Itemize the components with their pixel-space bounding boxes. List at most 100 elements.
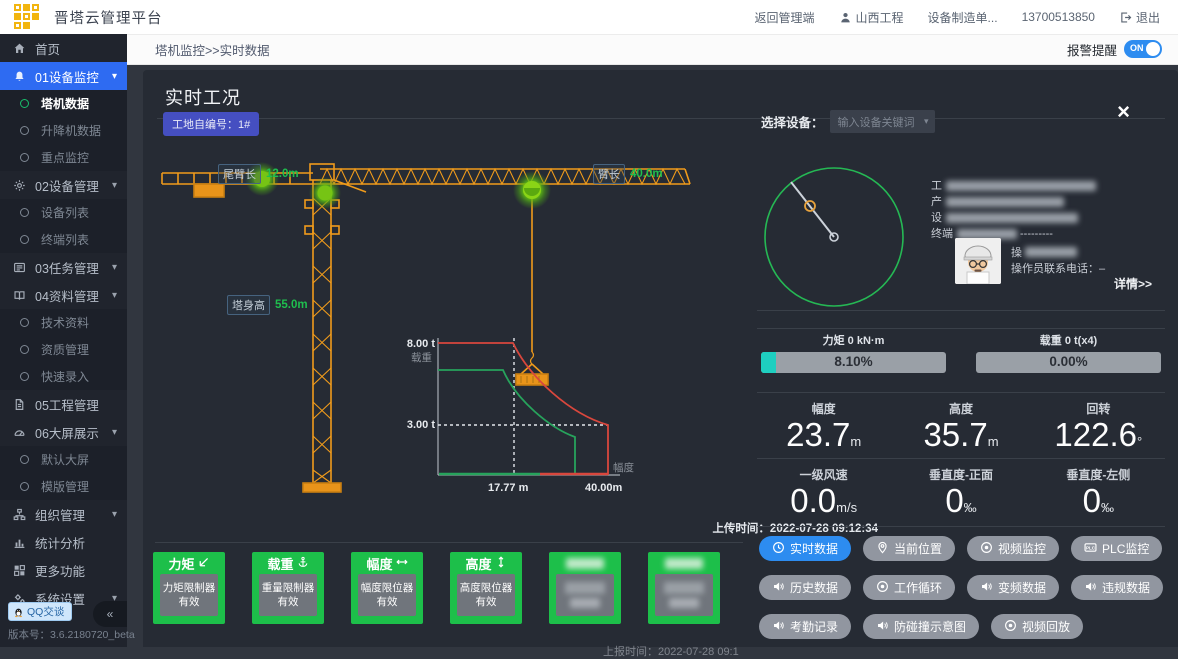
chart-ytick-mid: 3.00 t: [395, 419, 435, 431]
header-nav-item[interactable]: 设备制造单...: [928, 9, 998, 26]
metric-label: 垂直度-正面: [929, 466, 993, 483]
breadcrumb: 塔机监控>>实时数据: [155, 40, 270, 59]
header-nav-item[interactable]: 返回管理端: [755, 9, 815, 26]
metric-value: 0.0m/s: [790, 483, 857, 526]
alarm-reminder: 报警提醒 ON: [1067, 40, 1162, 59]
button-变频数据[interactable]: 变频数据: [967, 575, 1059, 600]
chart-xtick-max: 40.00m: [585, 482, 622, 494]
pin-icon: [876, 541, 889, 557]
button-实时数据[interactable]: 实时数据: [759, 536, 851, 561]
limiter-title-label: 高度: [465, 554, 491, 573]
metric-value: 0‰: [1083, 483, 1114, 526]
crane-visualization: [150, 138, 750, 508]
limiter-state: 幅度限位器有效: [358, 574, 416, 616]
button-label: 工作循环: [894, 579, 942, 596]
realtime-panel: 实时工况 × 工地自编号：1#: [143, 70, 1178, 647]
limiter-state: [556, 574, 614, 616]
metric-label: 回转: [1086, 400, 1110, 417]
speaker-icon: [1084, 580, 1097, 596]
limiter-status-box: 高度高度限位器有效: [450, 552, 522, 624]
sidebar-item[interactable]: 06大屏展示▾: [0, 418, 127, 446]
metric-unit: m: [988, 434, 999, 449]
button-违规数据[interactable]: 违规数据: [1071, 575, 1163, 600]
details-link[interactable]: 详情>>: [1114, 275, 1152, 292]
moment-icon: [198, 556, 210, 571]
device-select-dropdown[interactable]: 输入设备关键词 ▾: [830, 110, 935, 133]
load-gauges: 力矩 0 kN·m8.10%载重 0 t(x4)0.00%: [761, 332, 1161, 373]
header-nav-item[interactable]: 13700513850: [1022, 10, 1095, 24]
sidebar-subitem[interactable]: 终端列表: [0, 226, 127, 253]
gauge-label: 力矩 0 kN·m: [823, 332, 885, 348]
sidebar-item[interactable]: 更多功能: [0, 556, 127, 584]
alarm-toggle[interactable]: ON: [1124, 40, 1162, 58]
button-工作循环[interactable]: 工作循环: [863, 575, 955, 600]
close-icon[interactable]: ×: [1117, 102, 1130, 122]
sidebar-subitem-label: 资质管理: [41, 341, 89, 358]
header-nav-item[interactable]: 退出: [1119, 9, 1160, 26]
bullet-icon: [20, 345, 29, 354]
sidebar-item[interactable]: 首页: [0, 34, 127, 62]
sidebar-subitem[interactable]: 模版管理: [0, 473, 127, 500]
bullet-icon: [20, 455, 29, 464]
sidebar-item[interactable]: 04资料管理 ▾: [0, 281, 127, 309]
sidebar-subitem[interactable]: 默认大屏: [0, 446, 127, 473]
sidebar-item[interactable]: 02设备管理▾: [0, 171, 127, 199]
button-label: 防碰撞示意图: [894, 618, 966, 635]
sidebar-item-label: 02设备管理: [35, 176, 99, 195]
button-当前位置[interactable]: 当前位置: [863, 536, 955, 561]
sidebar-item-label: 组织管理: [35, 505, 85, 524]
operator-avatar: [955, 238, 1001, 284]
metric-一级风速: 一级风速0.0m/s: [755, 466, 892, 526]
chart-xtick-current: 17.77 m: [488, 482, 528, 494]
sidebar-subitem[interactable]: 塔机数据: [0, 90, 127, 117]
sidebar-subitem-label: 模版管理: [41, 478, 89, 495]
sidebar-subitem-label: 技术资料: [41, 314, 89, 331]
sidebar-item-label: 05工程管理: [35, 395, 99, 414]
device-info: 工产设终端---------: [931, 178, 1096, 242]
button-视频回放[interactable]: 视频回放: [991, 614, 1083, 639]
sidebar-subitem[interactable]: 重点监控: [0, 144, 127, 171]
speaker-icon: [980, 580, 993, 596]
camera-icon: [1004, 619, 1017, 635]
breadcrumb-bar: 塔机监控>>实时数据 报警提醒 ON: [127, 34, 1178, 65]
sidebar-item[interactable]: 03任务管理▾: [0, 253, 127, 281]
gauge-label: 载重 0 t(x4): [1040, 332, 1097, 348]
sidebar-subitem-label: 重点监控: [41, 149, 89, 166]
sidebar-item[interactable]: 组织管理▾: [0, 500, 127, 528]
metric-unit: ‰: [964, 500, 977, 515]
caret-down-icon: ▾: [112, 427, 117, 438]
button-考勤记录[interactable]: 考勤记录: [759, 614, 851, 639]
qq-chat-button[interactable]: QQ交谈: [8, 602, 72, 621]
limiter-state: 力矩限制器有效: [160, 574, 218, 616]
caret-down-icon: ▾: [112, 290, 117, 301]
sidebar-subitem[interactable]: 快速录入: [0, 363, 127, 390]
home-icon: [13, 42, 26, 55]
limiter-title: 幅度: [366, 555, 407, 572]
button-防碰撞示意图[interactable]: 防碰撞示意图: [863, 614, 979, 639]
sidebar-item-label: 04资料管理: [35, 286, 99, 305]
sidebar-item-label: 01设备监控: [35, 67, 99, 86]
sidebar-item[interactable]: 统计分析: [0, 528, 127, 556]
button-PLC监控[interactable]: PLCPLC监控: [1071, 536, 1162, 561]
sidebar-subitem[interactable]: 升降机数据: [0, 117, 127, 144]
sidebar-collapse-button[interactable]: «: [93, 601, 127, 627]
sidebar-item[interactable]: 05工程管理: [0, 390, 127, 418]
metric-label: 垂直度-左侧: [1066, 466, 1130, 483]
page-title: 实时工况: [165, 84, 241, 110]
button-视频监控[interactable]: 视频监控: [967, 536, 1059, 561]
camera-icon: [876, 580, 889, 596]
app-logo: [14, 4, 40, 30]
metric-value: 23.7m: [786, 417, 861, 460]
button-label: 违规数据: [1102, 579, 1150, 596]
button-历史数据[interactable]: 历史数据: [759, 575, 851, 600]
metric-回转: 回转122.6°: [1030, 400, 1167, 460]
jib-length-label: 臂长 40.0m: [593, 164, 663, 184]
header-nav-item[interactable]: 山西工程: [839, 9, 904, 26]
sidebar-item[interactable]: 01设备监控▾: [0, 62, 127, 90]
header-nav-label: 山西工程: [856, 9, 904, 26]
sidebar-subitem[interactable]: 资质管理: [0, 336, 127, 363]
sidebar-subitem[interactable]: 技术资料: [0, 309, 127, 336]
sidebar-subitem[interactable]: 设备列表: [0, 199, 127, 226]
limiter-status-box: 幅度幅度限位器有效: [351, 552, 423, 624]
limiter-title: 高度: [465, 555, 506, 572]
